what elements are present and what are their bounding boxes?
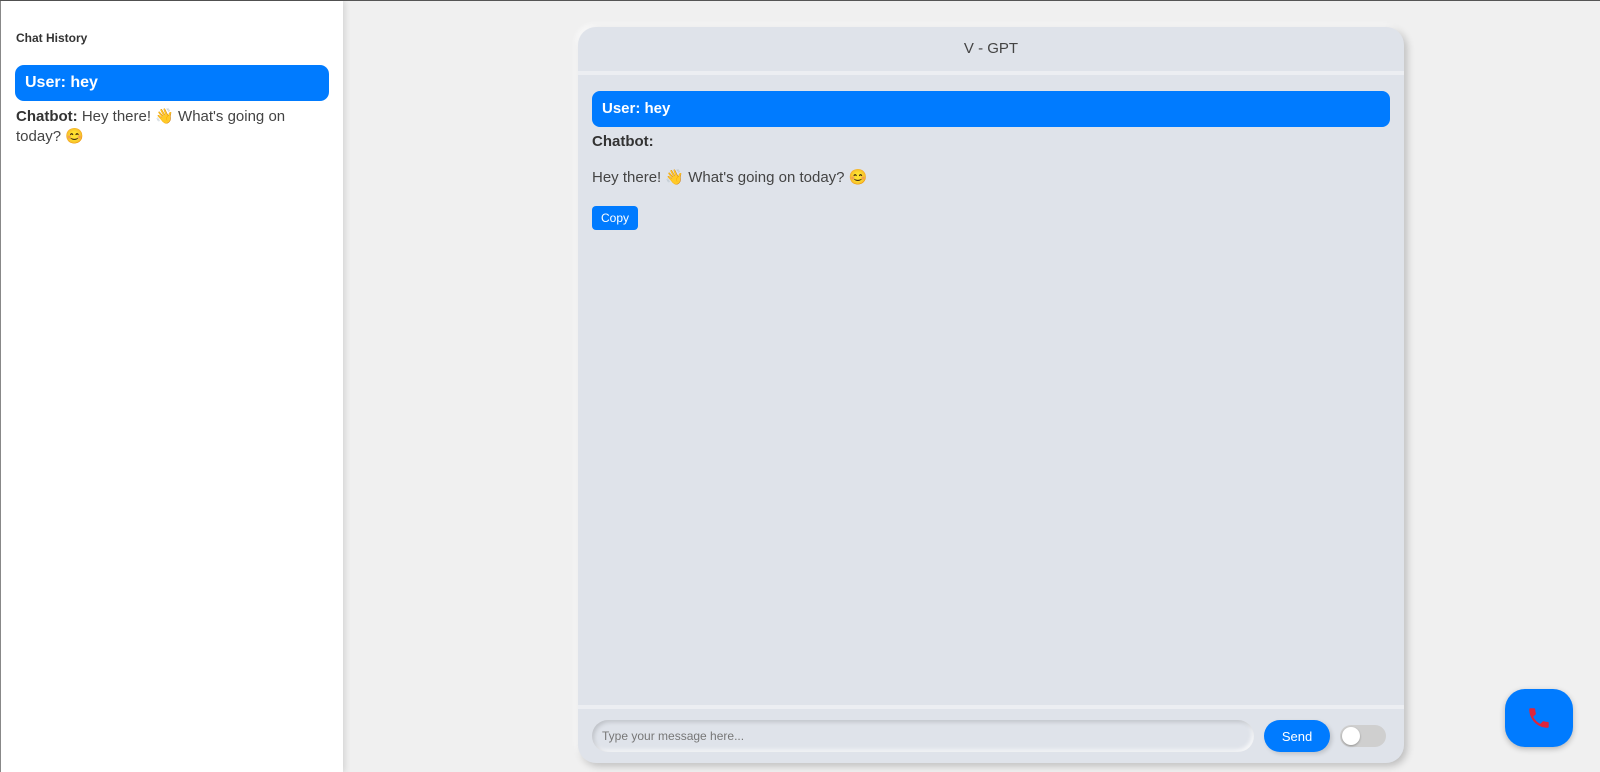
chat-history-sidebar: Chat History User: hey Chatbot: Hey ther… bbox=[0, 1, 343, 772]
history-item-bot[interactable]: Chatbot: Hey there! 👋 What's going on to… bbox=[15, 107, 329, 147]
copy-button[interactable]: Copy bbox=[592, 206, 639, 230]
sidebar-title: Chat History bbox=[16, 31, 88, 45]
phone-hangup-icon bbox=[1529, 708, 1549, 728]
send-button[interactable]: Send bbox=[1264, 720, 1330, 752]
chat-messages: User: hey Chatbot: Hey there! 👋 What's g… bbox=[578, 75, 1404, 230]
history-bot-label: Chatbot: bbox=[16, 108, 78, 125]
chat-window: V - GPT User: hey Chatbot: Hey there! 👋 … bbox=[578, 27, 1404, 763]
toggle-knob bbox=[1342, 727, 1360, 745]
mode-toggle[interactable] bbox=[1340, 725, 1386, 747]
chat-input-bar: Send bbox=[578, 705, 1404, 763]
message-input[interactable] bbox=[592, 720, 1254, 752]
bot-message-text: Hey there! 👋 What's going on today? 😊 bbox=[592, 169, 868, 186]
chat-title: V - GPT bbox=[578, 27, 1404, 75]
history-item-user[interactable]: User: hey bbox=[15, 65, 329, 101]
user-message: User: hey bbox=[592, 91, 1390, 127]
bot-message-label: Chatbot: bbox=[592, 133, 654, 150]
call-button[interactable] bbox=[1505, 689, 1573, 747]
